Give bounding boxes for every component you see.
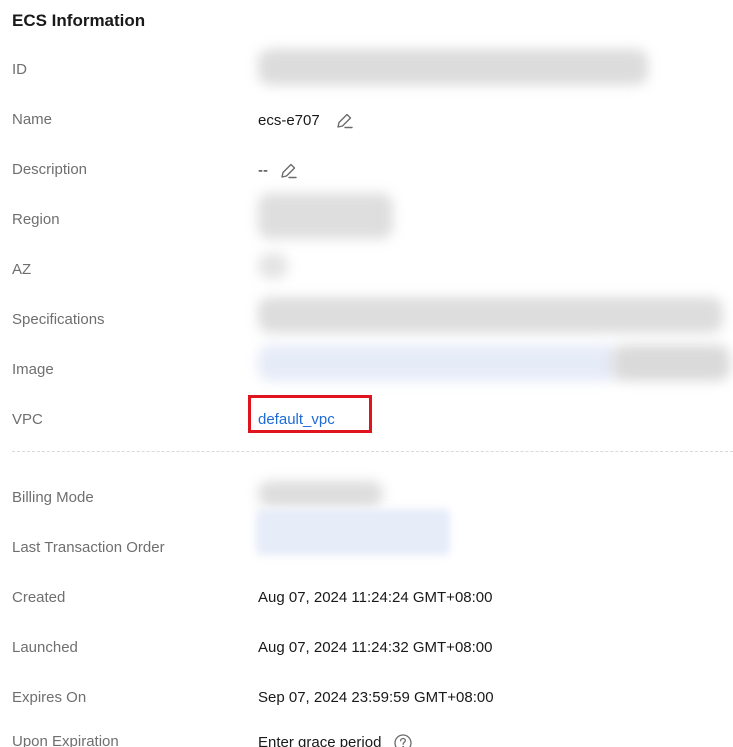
description-text: -- — [258, 162, 268, 179]
row-upon-expiration: Upon Expiration Enter grace period — [0, 727, 733, 747]
label-id: ID — [12, 61, 27, 78]
row-created: Created Aug 07, 2024 11:24:24 GMT+08:00 — [0, 583, 733, 613]
row-expires-on: Expires On Sep 07, 2024 23:59:59 GMT+08:… — [0, 683, 733, 713]
section-divider — [12, 451, 733, 452]
redacted-region-value — [258, 193, 393, 239]
label-upon-expiration: Upon Expiration — [12, 733, 119, 747]
row-id: ID — [0, 49, 733, 85]
redacted-billing-mode-value — [258, 481, 383, 507]
redacted-id-value — [258, 49, 648, 85]
value-created: Aug 07, 2024 11:24:24 GMT+08:00 — [258, 589, 493, 606]
upon-expiration-text: Enter grace period — [258, 734, 382, 747]
section-title: ECS Information — [12, 11, 146, 30]
redacted-transaction-order-value — [256, 509, 450, 555]
value-name: ecs-e707 — [258, 111, 354, 131]
redacted-az-value — [258, 253, 288, 279]
redacted-image-value-tail — [612, 345, 730, 381]
label-name: Name — [12, 111, 53, 128]
label-billing-mode: Billing Mode — [12, 489, 94, 506]
edit-name-pencil-icon[interactable] — [334, 111, 354, 131]
label-az: AZ — [12, 261, 32, 278]
value-upon-expiration: Enter grace period — [258, 733, 413, 747]
vpc-highlight-box — [248, 395, 372, 433]
row-description: Description -- — [0, 155, 733, 185]
redacted-image-value — [258, 345, 618, 381]
row-name: Name ecs-e707 — [0, 105, 733, 135]
row-specifications: Specifications — [0, 297, 733, 335]
label-image: Image — [12, 361, 54, 378]
value-launched: Aug 07, 2024 11:24:32 GMT+08:00 — [258, 639, 493, 656]
row-launched: Launched Aug 07, 2024 11:24:32 GMT+08:00 — [0, 633, 733, 663]
label-launched: Launched — [12, 639, 78, 656]
label-region: Region — [12, 211, 60, 228]
row-region: Region — [0, 193, 733, 239]
row-image: Image — [0, 345, 733, 385]
label-specifications: Specifications — [12, 311, 105, 328]
row-az: AZ — [0, 253, 733, 285]
label-vpc: VPC — [12, 411, 43, 428]
value-expires-on: Sep 07, 2024 23:59:59 GMT+08:00 — [258, 689, 494, 706]
edit-description-pencil-icon[interactable] — [278, 161, 298, 181]
label-expires-on: Expires On — [12, 689, 87, 706]
redacted-specifications-value — [258, 297, 723, 333]
label-last-transaction-order: Last Transaction Order — [12, 539, 165, 556]
label-created: Created — [12, 589, 66, 606]
help-question-icon[interactable] — [393, 733, 413, 747]
label-description: Description — [12, 161, 88, 178]
row-last-transaction-order: Last Transaction Order — [0, 509, 733, 563]
value-description: -- — [258, 161, 298, 181]
name-text: ecs-e707 — [258, 112, 320, 129]
